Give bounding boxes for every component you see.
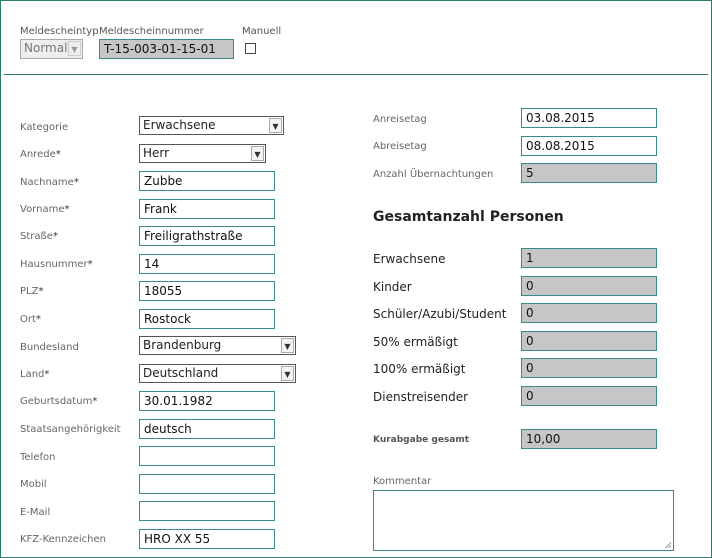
geburtsdatum-label: Geburtsdatum* (20, 396, 98, 407)
erwachsene-field: 1 (521, 248, 657, 268)
kategorie-label: Kategorie (20, 122, 69, 133)
schueler-field: 0 (521, 303, 657, 323)
anrede-label: Anrede* (20, 149, 61, 160)
abreisetag-label: Abreisetag (373, 141, 427, 152)
meldescheinnummer-label: Meldescheinnummer (99, 26, 204, 37)
plz-label: PLZ* (20, 286, 44, 297)
ort-label: Ort* (20, 314, 41, 325)
chevron-down-icon: ▼ (281, 366, 294, 381)
manuell-label: Manuell (242, 26, 282, 37)
land-value: Deutschland (143, 366, 219, 380)
strasse-input[interactable]: Freiligrathstraße (139, 226, 275, 246)
meldescheintyp-select: Normal ▼ (20, 39, 83, 59)
plz-input[interactable]: 18055 (139, 281, 275, 301)
kommentar-label: Kommentar (373, 476, 432, 487)
personen-heading: Gesamtanzahl Personen (373, 209, 564, 225)
hausnummer-label: Hausnummer* (20, 259, 93, 270)
meldescheinnummer-field: T-15-003-01-15-01 (99, 39, 234, 59)
email-input[interactable] (139, 501, 275, 521)
dienstreisender-label: Dienstreisender (373, 390, 469, 404)
anreisetag-input[interactable]: 03.08.2015 (521, 108, 657, 128)
chevron-down-icon: ▼ (281, 338, 294, 353)
ort-input[interactable]: Rostock (139, 309, 275, 329)
anrede-value: Herr (143, 146, 170, 160)
chevron-down-icon: ▼ (68, 41, 81, 56)
email-label: E-Mail (20, 507, 51, 518)
anrede-select[interactable]: Herr ▼ (139, 144, 266, 163)
land-label: Land* (20, 369, 50, 380)
dienstreisender-field: 0 (521, 386, 657, 406)
kurabgabe-label: Kurabgabe gesamt (373, 435, 470, 445)
kinder-field: 0 (521, 276, 657, 296)
bundesland-label: Bundesland (20, 342, 79, 353)
ermaessigt50-label: 50% ermäßigt (373, 335, 458, 349)
staatsangehoerigkeit-input[interactable]: deutsch (139, 419, 275, 439)
vorname-label: Vorname* (20, 204, 70, 215)
nachname-label: Nachname* (20, 177, 79, 188)
abreisetag-input[interactable]: 08.08.2015 (521, 136, 657, 156)
chevron-down-icon: ▼ (269, 118, 282, 133)
telefon-input[interactable] (139, 446, 275, 466)
staatsangehoerigkeit-label: Staatsangehörigkeit (20, 424, 121, 435)
mobil-label: Mobil (20, 479, 47, 490)
uebernachtungen-field: 5 (521, 163, 657, 183)
ermaessigt50-field: 0 (521, 331, 657, 351)
manuell-checkbox[interactable] (245, 43, 256, 54)
hausnummer-input[interactable]: 14 (139, 254, 275, 274)
kfz-label: KFZ-Kennzeichen (20, 534, 106, 545)
resize-grip-icon[interactable] (665, 542, 671, 548)
ermaessigt100-label: 100% ermäßigt (373, 362, 466, 376)
chevron-down-icon: ▼ (251, 146, 264, 161)
header-divider (4, 74, 708, 75)
meldescheintyp-label: Meldescheintyp (20, 26, 99, 37)
geburtsdatum-input[interactable]: 30.01.1982 (139, 391, 275, 411)
bundesland-select[interactable]: Brandenburg ▼ (139, 336, 296, 355)
anreisetag-label: Anreisetag (373, 114, 427, 125)
nachname-input[interactable]: Zubbe (139, 171, 275, 191)
kategorie-value: Erwachsene (143, 118, 216, 132)
bundesland-value: Brandenburg (143, 338, 222, 352)
land-select[interactable]: Deutschland ▼ (139, 364, 296, 383)
schueler-label: Schüler/Azubi/Student (373, 307, 507, 321)
ermaessigt100-field: 0 (521, 358, 657, 378)
meldescheintyp-value: Normal (24, 41, 68, 55)
uebernachtungen-label: Anzahl Übernachtungen (373, 169, 494, 180)
telefon-label: Telefon (20, 452, 56, 463)
kinder-label: Kinder (373, 280, 412, 294)
erwachsene-label: Erwachsene (373, 252, 446, 266)
vorname-input[interactable]: Frank (139, 199, 275, 219)
strasse-label: Straße* (20, 231, 58, 242)
kategorie-select[interactable]: Erwachsene ▼ (139, 116, 284, 135)
kfz-input[interactable]: HRO XX 55 (139, 529, 275, 549)
kurabgabe-field: 10,00 (521, 429, 657, 449)
kommentar-textarea[interactable] (373, 490, 674, 551)
mobil-input[interactable] (139, 474, 275, 494)
